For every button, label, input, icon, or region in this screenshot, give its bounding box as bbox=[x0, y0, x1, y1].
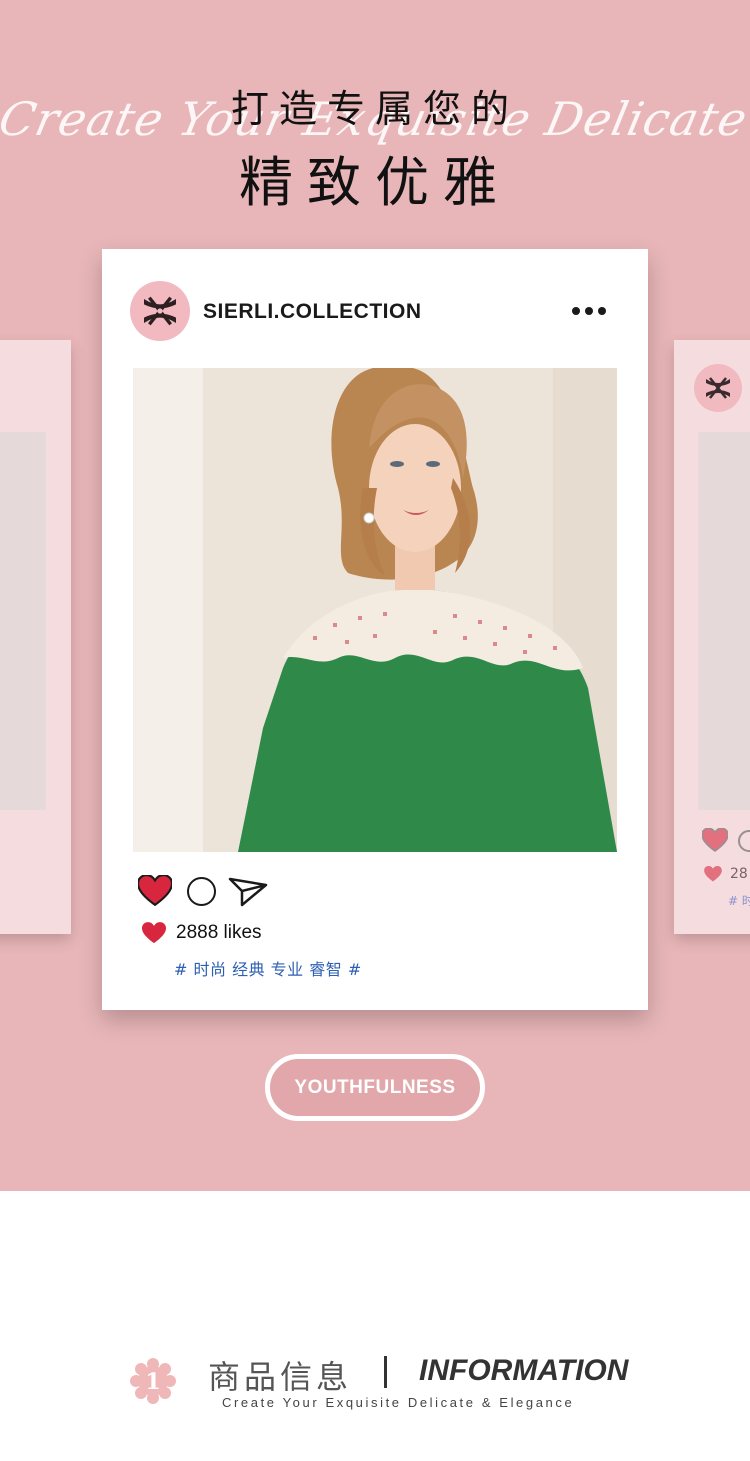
side-card-left bbox=[0, 340, 71, 934]
heart-icon bbox=[142, 922, 166, 944]
post-username[interactable]: SIERLI.COLLECTION bbox=[203, 300, 422, 324]
more-dots-icon[interactable] bbox=[572, 307, 606, 315]
heart-icon bbox=[702, 828, 728, 852]
likes-count[interactable]: 2888 likes bbox=[176, 922, 262, 944]
info-subtitle: Create Your Exquisite Delicate & Eleganc… bbox=[222, 1395, 575, 1410]
info-title-cn: 商品信息 bbox=[208, 1358, 353, 1396]
post-photo bbox=[133, 368, 617, 852]
sierli-logo-icon bbox=[694, 364, 742, 412]
youthfulness-badge: YOUTHFULNESS bbox=[265, 1054, 485, 1121]
comment-icon[interactable] bbox=[187, 877, 216, 906]
side-hashtags: # 时 bbox=[728, 894, 750, 908]
hero-section: Create Your Exquisite Delicate & Eleganc… bbox=[0, 0, 750, 1191]
info-title-en: INFORMATION bbox=[419, 1354, 629, 1387]
heart-icon bbox=[704, 866, 722, 882]
info-separator bbox=[384, 1356, 387, 1388]
hero-title-line-2: 精致优雅 bbox=[239, 151, 511, 214]
post-hashtags[interactable]: # 时尚 经典 专业 睿智 # bbox=[174, 956, 362, 980]
side-card-right: 28 # 时 bbox=[674, 340, 750, 934]
info-number: 1 bbox=[145, 1369, 160, 1395]
comment-icon bbox=[738, 830, 750, 852]
side-likes-count: 28 bbox=[730, 866, 748, 882]
hero-title-line-1: 打造专属您的 bbox=[230, 87, 519, 131]
send-icon[interactable] bbox=[228, 877, 268, 907]
flower-badge-icon: 1 bbox=[130, 1358, 176, 1404]
sierli-logo-icon[interactable] bbox=[130, 281, 190, 341]
side-card-image bbox=[698, 432, 750, 810]
side-card-image bbox=[0, 432, 46, 810]
heart-icon[interactable] bbox=[138, 875, 172, 906]
post-card: SIERLI.COLLECTION 2888 likes # 时尚 经典 专业 … bbox=[102, 249, 648, 1010]
